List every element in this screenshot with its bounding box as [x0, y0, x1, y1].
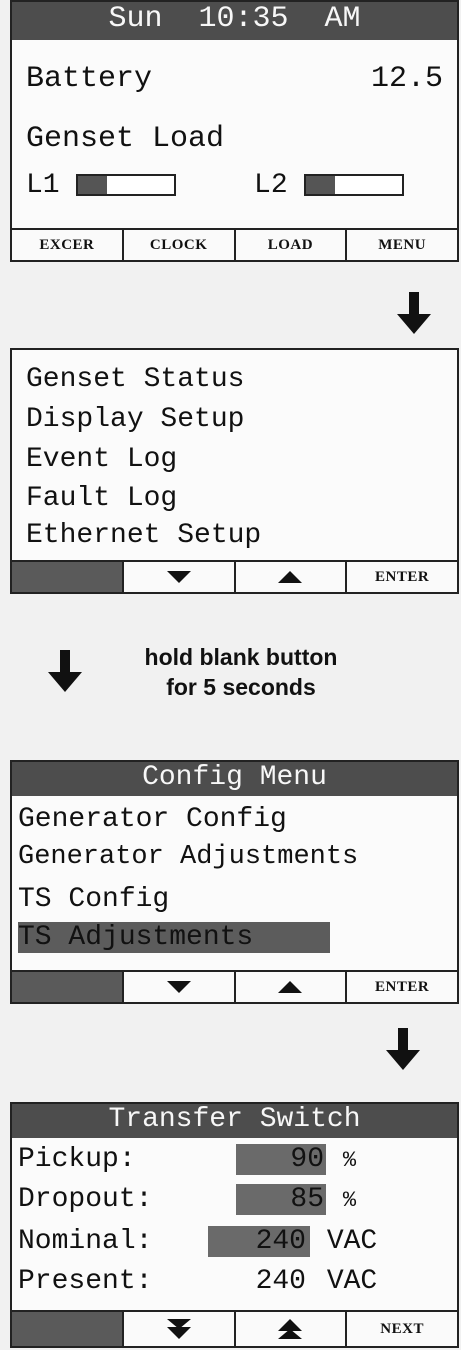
menu-item-event-log[interactable]: Event Log [26, 444, 177, 475]
transfer-switch-screen: Transfer Switch Pickup: 90 % Dropout: 85 %… [10, 1102, 459, 1348]
present-row: Present: 240 VAC [18, 1266, 377, 1297]
l2-label: L2 [254, 170, 288, 201]
l1-load-fill [78, 175, 108, 194]
config-menu-screen: Config Menu Generator Config Generator A… [10, 760, 459, 1004]
blank-button[interactable] [12, 1312, 124, 1346]
instruction-line-1: hold blank button [144, 644, 338, 670]
scroll-up-button[interactable] [236, 972, 348, 1002]
menu-softkeys: ENTER [12, 560, 457, 592]
next-button[interactable]: NEXT [347, 1312, 457, 1346]
config-menu-title: Config Menu [12, 762, 457, 796]
main-menu-screen: Genset Status Display Setup Event Log Fa… [10, 348, 459, 594]
pickup-label: Pickup: [18, 1144, 136, 1175]
decrement-button[interactable] [124, 1312, 236, 1346]
dropout-value[interactable]: 85 [236, 1184, 326, 1215]
triangle-down-icon [166, 571, 191, 583]
increment-button[interactable] [236, 1312, 348, 1346]
battery-label: Battery [26, 62, 153, 96]
menu-item-genset-status[interactable]: Genset Status [26, 364, 244, 395]
present-label: Present: [18, 1266, 153, 1297]
nominal-row: Nominal: 240 VAC [18, 1226, 377, 1257]
enter-button[interactable]: ENTER [347, 562, 457, 592]
config-softkeys: ENTER [12, 970, 457, 1002]
home-softkeys: EXCER CLOCK LOAD MENU [12, 228, 457, 260]
double-arrow-up-icon [278, 1319, 303, 1339]
battery-value: 12.5 [370, 62, 443, 96]
triangle-up-icon [278, 571, 303, 583]
dropout-row: Dropout: 85 % [18, 1184, 356, 1215]
transfer-switch-title: Transfer Switch [12, 1104, 457, 1138]
nominal-unit: VAC [326, 1226, 378, 1257]
genset-load-label: Genset Load [26, 122, 225, 156]
present-value: 240 [255, 1266, 306, 1297]
pickup-unit: % [342, 1148, 357, 1173]
arrow-down-icon [386, 1028, 420, 1072]
double-arrow-down-icon [166, 1319, 191, 1339]
pickup-value[interactable]: 90 [236, 1144, 326, 1175]
triangle-up-icon [278, 981, 303, 993]
config-item-ts-adjustments[interactable]: TS Adjustments [18, 922, 330, 953]
pickup-row: Pickup: 90 % [18, 1144, 356, 1175]
config-item-generator-adjustments[interactable]: Generator Adjustments [18, 842, 358, 872]
menu-item-ethernet-setup[interactable]: Ethernet Setup [26, 520, 261, 551]
load-bars: L1 L2 [26, 170, 405, 201]
menu-item-display-setup[interactable]: Display Setup [26, 404, 244, 435]
transfer-softkeys: NEXT [12, 1310, 457, 1346]
clock-button[interactable]: CLOCK [124, 230, 236, 260]
nominal-value[interactable]: 240 [208, 1226, 310, 1257]
triangle-down-icon [166, 981, 191, 993]
dropout-unit: % [342, 1188, 357, 1213]
clock-header: Sun 10:35 AM [12, 2, 457, 40]
l2-load-fill [306, 175, 336, 194]
home-screen: Sun 10:35 AM Battery 12.5 Genset Load L1… [10, 0, 459, 262]
l1-load-bar [76, 173, 177, 196]
menu-item-fault-log[interactable]: Fault Log [26, 483, 177, 514]
arrow-down-icon [48, 650, 82, 694]
l1-label: L1 [26, 170, 60, 201]
load-button[interactable]: LOAD [236, 230, 348, 260]
blank-button[interactable] [12, 562, 124, 592]
menu-button[interactable]: MENU [347, 230, 457, 260]
scroll-up-button[interactable] [236, 562, 348, 592]
dropout-label: Dropout: [18, 1184, 153, 1215]
nominal-label: Nominal: [18, 1226, 153, 1257]
config-item-generator-config[interactable]: Generator Config [18, 804, 287, 835]
l2-load-bar [304, 173, 405, 196]
hold-instruction: hold blank button for 5 seconds [106, 642, 376, 702]
blank-button[interactable] [12, 972, 124, 1002]
present-unit: VAC [326, 1266, 378, 1297]
enter-button[interactable]: ENTER [347, 972, 457, 1002]
config-item-ts-config[interactable]: TS Config [18, 884, 169, 915]
scroll-down-button[interactable] [124, 972, 236, 1002]
arrow-down-icon [397, 292, 431, 336]
scroll-down-button[interactable] [124, 562, 236, 592]
excer-button[interactable]: EXCER [12, 230, 124, 260]
instruction-line-2: for 5 seconds [166, 674, 316, 700]
